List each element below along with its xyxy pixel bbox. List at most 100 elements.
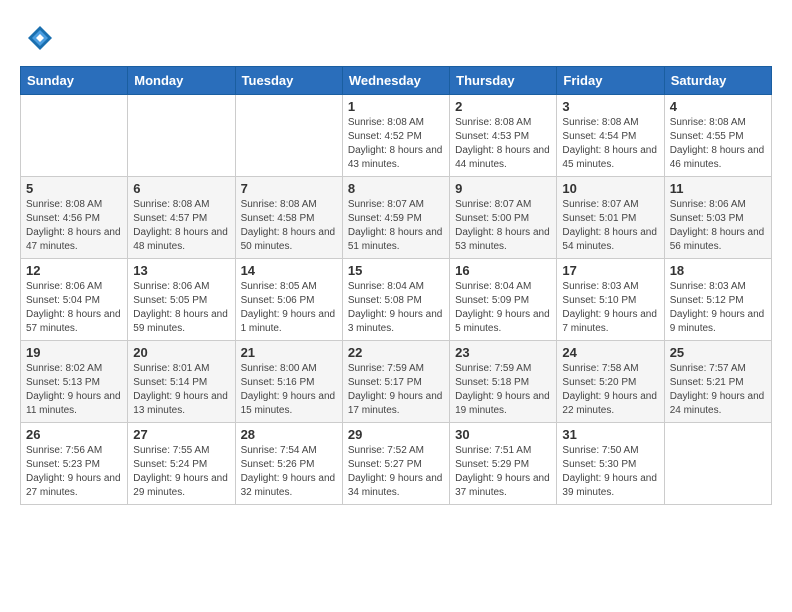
day-info: Sunrise: 8:04 AM Sunset: 5:09 PM Dayligh… (455, 280, 551, 336)
day-number: 11 (670, 181, 766, 196)
column-header-saturday: Saturday (664, 67, 771, 95)
column-header-friday: Friday (557, 67, 664, 95)
day-number: 9 (455, 181, 551, 196)
day-info: Sunrise: 8:07 AM Sunset: 5:01 PM Dayligh… (562, 198, 658, 254)
day-cell: 2 Sunrise: 8:08 AM Sunset: 4:53 PM Daylig… (450, 95, 557, 177)
day-cell: 19 Sunrise: 8:02 AM Sunset: 5:13 PM Dayli… (21, 341, 128, 423)
day-cell: 20 Sunrise: 8:01 AM Sunset: 5:14 PM Dayli… (128, 341, 235, 423)
day-cell: 29 Sunrise: 7:52 AM Sunset: 5:27 PM Dayli… (342, 423, 449, 505)
day-cell: 10 Sunrise: 8:07 AM Sunset: 5:01 PM Dayli… (557, 177, 664, 259)
day-cell: 16 Sunrise: 8:04 AM Sunset: 5:09 PM Dayli… (450, 259, 557, 341)
day-number: 8 (348, 181, 444, 196)
day-info: Sunrise: 8:08 AM Sunset: 4:53 PM Dayligh… (455, 116, 551, 172)
day-number: 28 (241, 427, 337, 442)
day-info: Sunrise: 8:06 AM Sunset: 5:04 PM Dayligh… (26, 280, 122, 336)
week-row-5: 26Sunrise: 7:56 AM Sunset: 5:23 PM Dayli… (21, 423, 772, 505)
day-info: Sunrise: 8:03 AM Sunset: 5:12 PM Dayligh… (670, 280, 766, 336)
day-info: Sunrise: 8:08 AM Sunset: 4:54 PM Dayligh… (562, 116, 658, 172)
day-number: 27 (133, 427, 229, 442)
day-info: Sunrise: 8:04 AM Sunset: 5:08 PM Dayligh… (348, 280, 444, 336)
day-cell: 30Sunrise: 7:51 AM Sunset: 5:29 PM Dayli… (450, 423, 557, 505)
day-info: Sunrise: 8:06 AM Sunset: 5:03 PM Dayligh… (670, 198, 766, 254)
day-number: 7 (241, 181, 337, 196)
day-cell: 8 Sunrise: 8:07 AM Sunset: 4:59 PM Daylig… (342, 177, 449, 259)
day-cell: 5 Sunrise: 8:08 AM Sunset: 4:56 PM Daylig… (21, 177, 128, 259)
day-number: 25 (670, 345, 766, 360)
day-number: 19 (26, 345, 122, 360)
day-cell: 3 Sunrise: 8:08 AM Sunset: 4:54 PM Daylig… (557, 95, 664, 177)
day-number: 18 (670, 263, 766, 278)
day-info: Sunrise: 7:50 AM Sunset: 5:30 PM Dayligh… (562, 444, 658, 500)
day-cell: 17 Sunrise: 8:03 AM Sunset: 5:10 PM Dayli… (557, 259, 664, 341)
day-cell: 13 Sunrise: 8:06 AM Sunset: 5:05 PM Dayli… (128, 259, 235, 341)
day-info: Sunrise: 8:08 AM Sunset: 4:52 PM Dayligh… (348, 116, 444, 172)
day-info: Sunrise: 8:08 AM Sunset: 4:58 PM Dayligh… (241, 198, 337, 254)
day-number: 5 (26, 181, 122, 196)
day-info: Sunrise: 8:00 AM Sunset: 5:16 PM Dayligh… (241, 362, 337, 418)
day-number: 31 (562, 427, 658, 442)
day-cell: 11 Sunrise: 8:06 AM Sunset: 5:03 PM Dayli… (664, 177, 771, 259)
day-cell: 26Sunrise: 7:56 AM Sunset: 5:23 PM Dayli… (21, 423, 128, 505)
column-header-thursday: Thursday (450, 67, 557, 95)
day-cell: 28 Sunrise: 7:54 AM Sunset: 5:26 PM Dayli… (235, 423, 342, 505)
day-number: 10 (562, 181, 658, 196)
logo-icon (20, 20, 56, 56)
day-number: 1 (348, 99, 444, 114)
day-cell: 7 Sunrise: 8:08 AM Sunset: 4:58 PM Daylig… (235, 177, 342, 259)
day-cell: 6 Sunrise: 8:08 AM Sunset: 4:57 PM Daylig… (128, 177, 235, 259)
week-row-2: 5 Sunrise: 8:08 AM Sunset: 4:56 PM Daylig… (21, 177, 772, 259)
day-number: 22 (348, 345, 444, 360)
day-number: 17 (562, 263, 658, 278)
day-info: Sunrise: 7:52 AM Sunset: 5:27 PM Dayligh… (348, 444, 444, 500)
day-cell: 24Sunrise: 7:58 AM Sunset: 5:20 PM Dayli… (557, 341, 664, 423)
day-number: 24 (562, 345, 658, 360)
day-number: 3 (562, 99, 658, 114)
day-info: Sunrise: 8:03 AM Sunset: 5:10 PM Dayligh… (562, 280, 658, 336)
header-row: SundayMondayTuesdayWednesdayThursdayFrid… (21, 67, 772, 95)
day-cell: 25Sunrise: 7:57 AM Sunset: 5:21 PM Dayli… (664, 341, 771, 423)
day-cell (128, 95, 235, 177)
day-info: Sunrise: 8:05 AM Sunset: 5:06 PM Dayligh… (241, 280, 337, 336)
logo (20, 20, 60, 56)
day-cell: 31 Sunrise: 7:50 AM Sunset: 5:30 PM Dayli… (557, 423, 664, 505)
week-row-4: 19 Sunrise: 8:02 AM Sunset: 5:13 PM Dayli… (21, 341, 772, 423)
day-number: 4 (670, 99, 766, 114)
day-info: Sunrise: 7:56 AM Sunset: 5:23 PM Dayligh… (26, 444, 122, 500)
day-cell (664, 423, 771, 505)
day-number: 15 (348, 263, 444, 278)
day-number: 23 (455, 345, 551, 360)
day-number: 20 (133, 345, 229, 360)
week-row-1: 1 Sunrise: 8:08 AM Sunset: 4:52 PM Daylig… (21, 95, 772, 177)
day-number: 16 (455, 263, 551, 278)
day-info: Sunrise: 8:08 AM Sunset: 4:55 PM Dayligh… (670, 116, 766, 172)
column-header-sunday: Sunday (21, 67, 128, 95)
day-cell: 14Sunrise: 8:05 AM Sunset: 5:06 PM Dayli… (235, 259, 342, 341)
day-info: Sunrise: 8:08 AM Sunset: 4:56 PM Dayligh… (26, 198, 122, 254)
day-cell: 18 Sunrise: 8:03 AM Sunset: 5:12 PM Dayli… (664, 259, 771, 341)
day-number: 29 (348, 427, 444, 442)
column-header-monday: Monday (128, 67, 235, 95)
day-info: Sunrise: 7:59 AM Sunset: 5:18 PM Dayligh… (455, 362, 551, 418)
column-header-wednesday: Wednesday (342, 67, 449, 95)
day-number: 13 (133, 263, 229, 278)
day-cell: 12Sunrise: 8:06 AM Sunset: 5:04 PM Dayli… (21, 259, 128, 341)
day-cell (21, 95, 128, 177)
day-info: Sunrise: 8:08 AM Sunset: 4:57 PM Dayligh… (133, 198, 229, 254)
day-info: Sunrise: 8:07 AM Sunset: 4:59 PM Dayligh… (348, 198, 444, 254)
calendar: SundayMondayTuesdayWednesdayThursdayFrid… (20, 66, 772, 505)
day-cell (235, 95, 342, 177)
day-number: 2 (455, 99, 551, 114)
day-cell: 15 Sunrise: 8:04 AM Sunset: 5:08 PM Dayli… (342, 259, 449, 341)
day-cell: 23 Sunrise: 7:59 AM Sunset: 5:18 PM Dayli… (450, 341, 557, 423)
day-info: Sunrise: 8:02 AM Sunset: 5:13 PM Dayligh… (26, 362, 122, 418)
day-info: Sunrise: 8:06 AM Sunset: 5:05 PM Dayligh… (133, 280, 229, 336)
day-number: 6 (133, 181, 229, 196)
week-row-3: 12Sunrise: 8:06 AM Sunset: 5:04 PM Dayli… (21, 259, 772, 341)
day-cell: 1 Sunrise: 8:08 AM Sunset: 4:52 PM Daylig… (342, 95, 449, 177)
day-info: Sunrise: 8:01 AM Sunset: 5:14 PM Dayligh… (133, 362, 229, 418)
day-cell: 27Sunrise: 7:55 AM Sunset: 5:24 PM Dayli… (128, 423, 235, 505)
day-cell: 4 Sunrise: 8:08 AM Sunset: 4:55 PM Daylig… (664, 95, 771, 177)
day-info: Sunrise: 8:07 AM Sunset: 5:00 PM Dayligh… (455, 198, 551, 254)
day-info: Sunrise: 7:54 AM Sunset: 5:26 PM Dayligh… (241, 444, 337, 500)
day-info: Sunrise: 7:51 AM Sunset: 5:29 PM Dayligh… (455, 444, 551, 500)
